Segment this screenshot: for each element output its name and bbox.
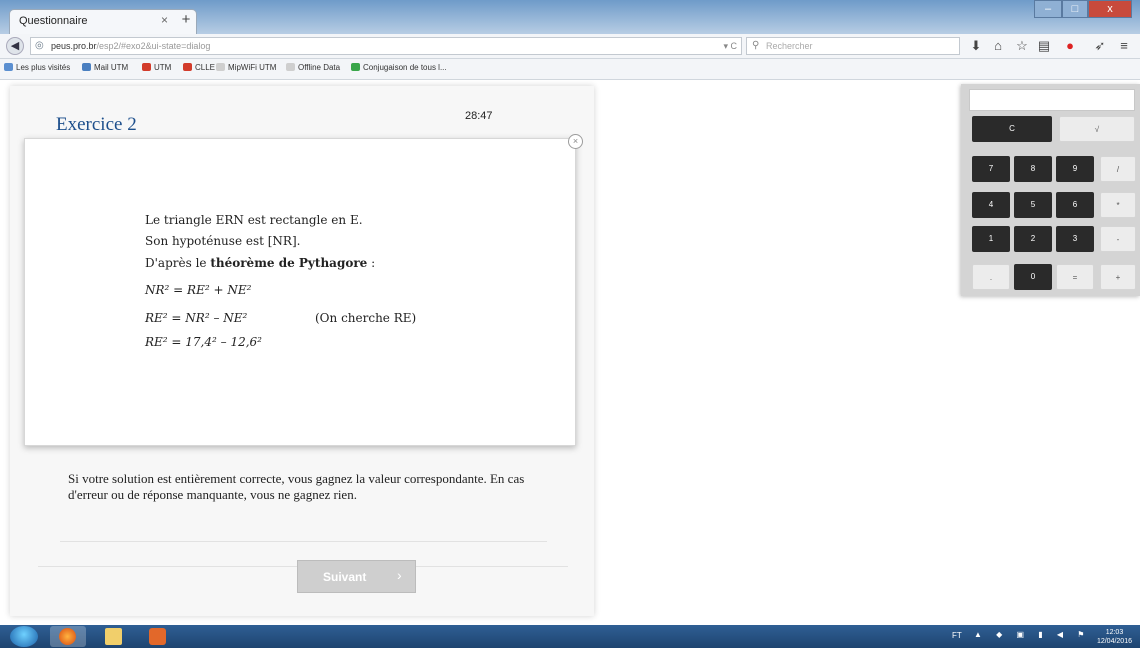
- bookmark-most-visited[interactable]: Les plus visités: [4, 63, 70, 72]
- system-tray: FT ▲ ◆ ▣ ▮ ◀ ⚑ 12:03 12/04/2016: [952, 628, 1132, 646]
- taskbar-explorer[interactable]: [96, 626, 132, 647]
- address-bar[interactable]: ◎ peus.pro.br/esp2/#exo2&ui-state=dialog…: [30, 37, 742, 55]
- calc-key[interactable]: 3: [1056, 226, 1094, 252]
- calc-key[interactable]: =: [1056, 264, 1094, 290]
- equation-line: RE² = 17,4² – 12,6²: [145, 335, 262, 349]
- maximize-button[interactable]: □: [1062, 0, 1088, 18]
- statement-line: Le triangle ERN est rectangle en E.: [145, 213, 363, 227]
- minimize-button[interactable]: –: [1034, 0, 1062, 18]
- calc-key[interactable]: √: [1059, 116, 1135, 142]
- conjugaison-icon: [351, 63, 360, 71]
- globe-icon: ◎: [35, 40, 44, 51]
- calc-key[interactable]: .: [972, 264, 1010, 290]
- page-icon: [286, 63, 295, 71]
- calc-key[interactable]: -: [1100, 226, 1136, 252]
- close-window-button[interactable]: x: [1088, 0, 1132, 18]
- calc-key[interactable]: /: [1100, 156, 1136, 182]
- folder-icon: [105, 628, 122, 645]
- taskbar: FT ▲ ◆ ▣ ▮ ◀ ⚑ 12:03 12/04/2016: [0, 625, 1140, 648]
- mail-icon: [82, 63, 91, 71]
- page-icon: [216, 63, 225, 71]
- reload-icon[interactable]: ▾ C: [723, 41, 737, 52]
- calc-key[interactable]: 6: [1056, 192, 1094, 218]
- calc-key[interactable]: 0: [1014, 264, 1052, 290]
- divider: [60, 541, 547, 542]
- tab-strip: Questionnaire × + – □ x: [0, 0, 1140, 34]
- search-input[interactable]: ⚲ Rechercher: [746, 37, 960, 55]
- tab-title: Questionnaire: [19, 15, 88, 27]
- bookmark-offline-data[interactable]: Offline Data: [286, 63, 340, 72]
- download-icon[interactable]: ⬇: [966, 36, 986, 56]
- firefox-icon: [59, 628, 76, 645]
- calc-key[interactable]: 2: [1014, 226, 1052, 252]
- exercise-title: Exercice 2: [56, 114, 137, 135]
- calc-key[interactable]: 5: [1014, 192, 1052, 218]
- calc-key[interactable]: 8: [1014, 156, 1052, 182]
- new-tab-button[interactable]: +: [173, 9, 199, 31]
- solution-dialog: × Le triangle ERN est rectangle en E. So…: [24, 134, 583, 446]
- calc-key[interactable]: C: [972, 116, 1052, 142]
- statement-line: D'après le théorème de Pythagore :: [145, 256, 376, 270]
- equation-line: RE² = NR² – NE²: [145, 311, 248, 325]
- bookmark-mail-utm[interactable]: Mail UTM: [82, 63, 128, 72]
- url-text: peus.pro.br/esp2/#exo2&ui-state=dialog: [51, 41, 211, 51]
- calc-key[interactable]: +: [1100, 264, 1136, 290]
- start-button[interactable]: [10, 626, 38, 647]
- menu-icon[interactable]: ≡: [1114, 36, 1134, 56]
- scoring-info: Si votre solution est entièrement correc…: [68, 471, 525, 502]
- bookmarks-bar: Les plus visités Mail UTM UTM CLLE MipWi…: [0, 59, 1140, 80]
- calc-key[interactable]: 1: [972, 226, 1010, 252]
- calc-key[interactable]: 7: [972, 156, 1010, 182]
- send-icon[interactable]: ➶: [1090, 36, 1110, 56]
- close-icon[interactable]: ×: [568, 134, 583, 149]
- calc-key[interactable]: 9: [1056, 156, 1094, 182]
- tray-icons[interactable]: ▲ ◆ ▣ ▮ ◀ ⚑: [974, 630, 1090, 639]
- clock-date: 12/04/2016: [1096, 638, 1132, 645]
- equation-line: NR² = RE² + NE²: [145, 283, 252, 297]
- calc-key[interactable]: *: [1100, 192, 1136, 218]
- clock[interactable]: 12:03 12/04/2016: [1097, 628, 1132, 646]
- bookmark-icon: [4, 63, 13, 71]
- timer: 28:47: [465, 110, 493, 122]
- bookmark-star-icon[interactable]: ☆: [1012, 36, 1032, 56]
- calc-key[interactable]: 4: [972, 192, 1010, 218]
- quiz-panel: Exercice 2 28:47 × Le triangle ERN est r…: [10, 86, 594, 616]
- calculator-display: [969, 89, 1135, 111]
- next-button-label: Suivant: [323, 570, 367, 584]
- taskbar-media[interactable]: [140, 626, 176, 647]
- tab-close-icon[interactable]: ×: [161, 13, 168, 27]
- page-viewport: Exercice 2 28:47 × Le triangle ERN est r…: [0, 80, 1140, 625]
- reading-list-icon[interactable]: ▤: [1034, 36, 1054, 56]
- utm-icon: [142, 63, 151, 71]
- home-icon[interactable]: ⌂: [988, 36, 1008, 56]
- media-player-icon: [149, 628, 166, 645]
- clock-time: 12:03: [1105, 629, 1124, 636]
- clle-icon: [183, 63, 192, 71]
- bookmark-utm[interactable]: UTM: [142, 63, 171, 72]
- equation-note: (On cherche RE): [315, 311, 417, 325]
- taskbar-firefox[interactable]: [50, 626, 86, 647]
- chevron-right-icon: ›: [397, 567, 402, 583]
- calculator: C √ 7 8 9/ 4 5 6 * 1 2 3-. 0 = +: [961, 84, 1140, 296]
- language-indicator[interactable]: FT: [952, 631, 962, 640]
- search-placeholder: Rechercher: [766, 41, 813, 51]
- bookmark-conjugaison[interactable]: Conjugaison de tous l...: [351, 63, 447, 72]
- search-icon: ⚲: [752, 40, 760, 51]
- back-button[interactable]: ◀: [6, 37, 24, 55]
- tab-questionnaire[interactable]: Questionnaire ×: [9, 9, 197, 34]
- bookmark-clle[interactable]: CLLE: [183, 63, 215, 72]
- window-controls: – □ x: [1034, 0, 1134, 20]
- next-button[interactable]: Suivant ›: [297, 560, 416, 593]
- statement-line: Son hypoténuse est [NR].: [145, 234, 301, 248]
- bookmark-mipwifi[interactable]: MipWiFi UTM: [216, 63, 276, 72]
- toolbar-icons: ⬇ ⌂ ☆ ▤ ● ➶ ≡: [966, 36, 1136, 56]
- adblock-icon[interactable]: ●: [1060, 36, 1080, 56]
- navigation-bar: ◀ ◎ peus.pro.br/esp2/#exo2&ui-state=dial…: [0, 34, 1140, 59]
